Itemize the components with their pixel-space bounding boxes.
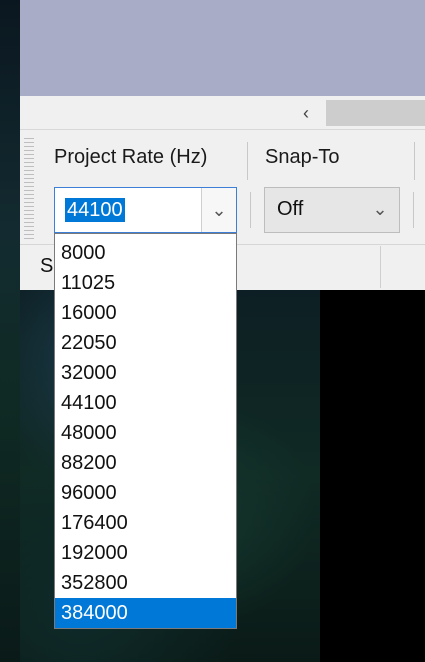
status-partial-label: S [40, 255, 54, 277]
project-rate-combobox[interactable]: 44100 ⌄ [54, 187, 237, 233]
status-separator [380, 246, 381, 288]
dropdown-option[interactable]: 192000 [55, 538, 236, 568]
window-title-area [20, 0, 425, 96]
dropdown-option[interactable]: 48000 [55, 418, 236, 448]
snap-to-value[interactable]: Off [277, 198, 303, 221]
dropdown-option[interactable]: 22050 [55, 328, 236, 358]
background-left-strip [0, 0, 20, 662]
project-rate-dropdown-list[interactable]: 8000 11025 16000 22050 32000 44100 48000… [54, 233, 237, 629]
toolbar-separator [250, 192, 251, 228]
chevron-down-icon[interactable]: ⌄ [201, 188, 236, 232]
dropdown-option[interactable]: 352800 [55, 568, 236, 598]
project-rate-value[interactable]: 44100 [65, 198, 125, 222]
snap-to-label: Snap-To [265, 146, 340, 168]
toolbar-grip-handle[interactable] [24, 138, 34, 240]
dropdown-option[interactable]: 176400 [55, 508, 236, 538]
dropdown-option[interactable]: 88200 [55, 448, 236, 478]
dropdown-option[interactable]: 96000 [55, 478, 236, 508]
dropdown-option[interactable]: 8000 [55, 238, 236, 268]
project-rate-label: Project Rate (Hz) [54, 146, 208, 168]
dropdown-option[interactable]: 44100 [55, 388, 236, 418]
scroll-left-icon[interactable]: ‹ [288, 98, 324, 128]
toolbar-separator [413, 192, 414, 228]
toolbar-separator [247, 142, 248, 180]
dropdown-option[interactable]: 32000 [55, 358, 236, 388]
scrollbar-thumb[interactable] [326, 100, 425, 126]
dropdown-option-highlighted[interactable]: 384000 [55, 598, 236, 628]
toolbar-separator [414, 142, 415, 180]
snap-to-combobox[interactable]: Off ⌄ [264, 187, 400, 233]
chevron-down-icon[interactable]: ⌄ [369, 197, 391, 221]
dropdown-option[interactable]: 11025 [55, 268, 236, 298]
background-black-area [320, 290, 425, 662]
dropdown-option[interactable]: 16000 [55, 298, 236, 328]
